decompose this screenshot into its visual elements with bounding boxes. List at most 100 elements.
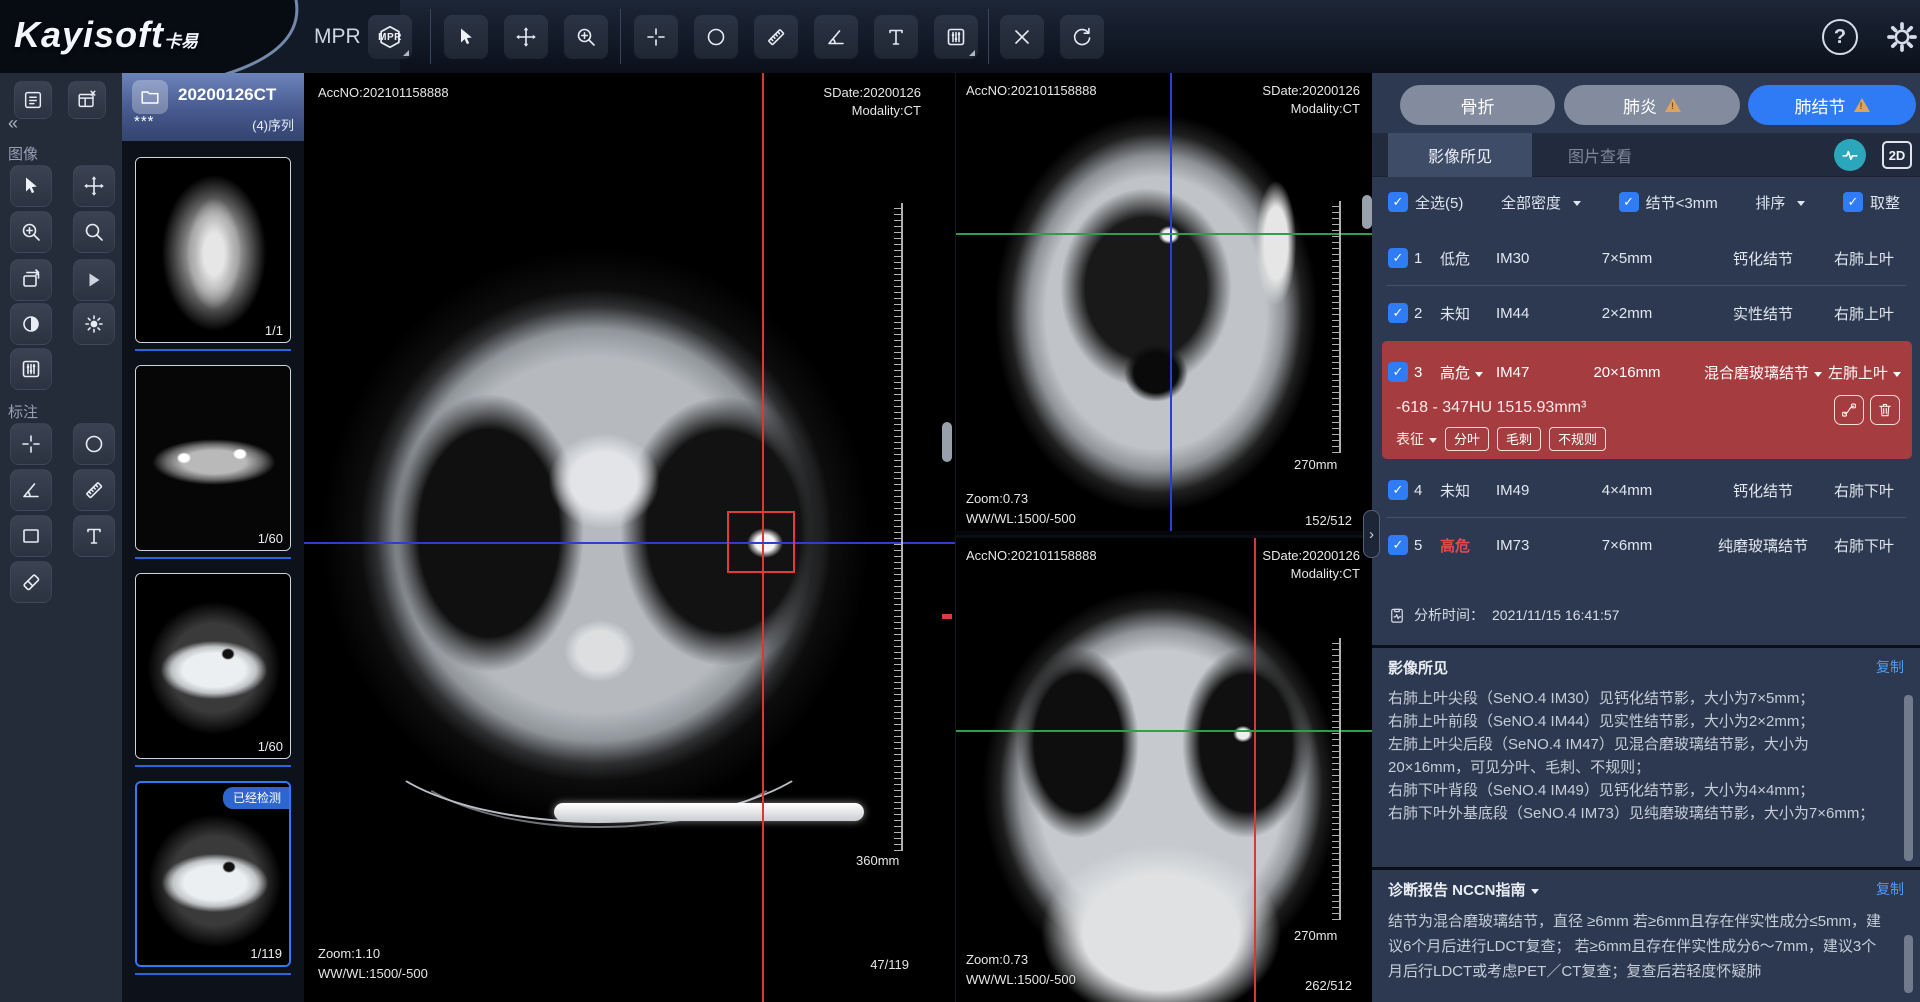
findings-scrollbar-thumb[interactable]: [1904, 695, 1913, 861]
crosshair-vertical-blue[interactable]: [1170, 73, 1172, 531]
nodule-row-expanded-selected[interactable]: 3 高危 IM47 20×16mm 混合磨玻璃结节 左肺上叶 -618 - 34…: [1382, 341, 1912, 459]
folder-button[interactable]: [132, 80, 168, 114]
series-thumbnail-active[interactable]: 已经检测 1/119: [135, 781, 291, 967]
layout-close-button[interactable]: [68, 81, 106, 119]
locate-nodule-button[interactable]: [1834, 395, 1864, 425]
invert-tool-button[interactable]: [10, 303, 52, 345]
sign-chip-spiculation[interactable]: 毛刺: [1497, 427, 1541, 451]
nodule-checkbox[interactable]: [1388, 362, 1408, 382]
pan-tool-button[interactable]: [504, 15, 548, 59]
caret-down-icon: [1797, 201, 1805, 210]
series-thumbnail[interactable]: 1/60: [135, 365, 291, 551]
nodule-checkbox[interactable]: [1388, 303, 1408, 323]
text-annotation-button[interactable]: [73, 515, 115, 557]
series-thumbnail[interactable]: 1/60: [135, 573, 291, 759]
ruler-annotation-button[interactable]: [73, 469, 115, 511]
nodule-row[interactable]: 1 低危 IM30 7×5mm 钙化结节 右肺上叶: [1372, 231, 1920, 285]
mode-lung-nodule-button[interactable]: 肺结节: [1748, 85, 1916, 125]
collapse-sidebar-chevron[interactable]: «: [8, 113, 18, 134]
report-scrollbar-thumb[interactable]: [1904, 935, 1913, 993]
panel-expand-handle[interactable]: ›: [1363, 510, 1380, 558]
crosshair-vertical-red[interactable]: [1254, 538, 1256, 1002]
delete-nodule-button[interactable]: [1870, 395, 1900, 425]
nodule-checkbox[interactable]: [1388, 535, 1408, 555]
mode-pneumonia-button[interactable]: 肺炎: [1564, 85, 1740, 125]
checkbox-checked[interactable]: [1388, 192, 1408, 212]
window-level-tool-button[interactable]: [934, 15, 978, 59]
tab-imaging-findings[interactable]: 影像所见: [1388, 133, 1532, 177]
help-button[interactable]: ?: [1822, 19, 1858, 55]
nodule-type-dropdown[interactable]: 混合磨玻璃结节: [1698, 362, 1828, 383]
delete-tool-button[interactable]: [1000, 15, 1044, 59]
flip-tool-button[interactable]: [73, 259, 115, 301]
mpr-layout-button[interactable]: MPR: [368, 15, 412, 59]
round-checkbox[interactable]: 取整: [1843, 192, 1900, 213]
window-level-value: WW/WL:1500/-500: [318, 966, 428, 981]
ellipse-annotation-button[interactable]: [73, 423, 115, 465]
crosshair-tool-button[interactable]: [634, 15, 678, 59]
zoom-tool-button[interactable]: [564, 15, 608, 59]
nodule-roi-box[interactable]: [727, 511, 795, 573]
nodule-row[interactable]: 5 高危 IM73 7×6mm 纯磨玻璃结节 右肺下叶: [1372, 518, 1920, 572]
density-filter-dropdown[interactable]: 全部密度: [1501, 192, 1581, 213]
rectangle-annotation-button[interactable]: [10, 515, 52, 557]
sagittal-viewport[interactable]: 270mm AccNO:202101158888 SDate:20200126 …: [955, 73, 1372, 531]
brightness-tool-button[interactable]: [73, 303, 115, 345]
settings-button[interactable]: [1884, 19, 1920, 55]
select-all-checkbox[interactable]: 全选(5): [1388, 192, 1463, 213]
2d-view-button[interactable]: 2D: [1882, 141, 1912, 169]
sign-label-dropdown[interactable]: 表征: [1396, 429, 1437, 449]
reset-tool-button[interactable]: [1060, 15, 1104, 59]
route-icon: [1840, 401, 1858, 419]
thumbnail-divider: [135, 349, 291, 351]
nodule-lobe-dropdown[interactable]: 左肺上叶: [1828, 362, 1901, 383]
crosshair-horizontal-green[interactable]: [956, 233, 1372, 235]
pan-tool-button[interactable]: [73, 165, 115, 207]
nodule-row[interactable]: 2 未知 IM44 2×2mm 实性结节 右肺上叶: [1372, 286, 1920, 340]
nodule-checkbox[interactable]: [1388, 480, 1408, 500]
checkbox-checked[interactable]: [1619, 192, 1639, 212]
thumbnail-divider: [135, 765, 291, 767]
copy-report-link[interactable]: 复制: [1876, 879, 1904, 899]
nodule-checkbox[interactable]: [1388, 248, 1408, 268]
study-date: SDate:20200126: [1262, 83, 1360, 98]
sign-chip-lobulation[interactable]: 分叶: [1445, 427, 1489, 451]
zoom-in-tool-button[interactable]: [10, 211, 52, 253]
axial-viewport[interactable]: 360mm AccNO:202101158888 SDate:20200126 …: [304, 73, 955, 1002]
checkbox-checked[interactable]: [1843, 192, 1863, 212]
mpr-mode-label: MPR: [314, 0, 361, 73]
sort-dropdown[interactable]: 排序: [1755, 192, 1805, 213]
angle-annotation-button[interactable]: [10, 469, 52, 511]
coronal-viewport[interactable]: 270mm AccNO:202101158888 SDate:20200126 …: [955, 535, 1372, 1002]
text-tool-button[interactable]: [874, 15, 918, 59]
ellipse-tool-button[interactable]: [694, 15, 738, 59]
series-thumbnail[interactable]: 1/1: [135, 157, 291, 343]
crosshair-horizontal-green[interactable]: [956, 730, 1372, 732]
accession-number: AccNO:202101158888: [966, 83, 1097, 98]
point-annotation-button[interactable]: [10, 423, 52, 465]
caret-down-icon: [1475, 372, 1483, 381]
slice-scrollbar-thumb[interactable]: [942, 422, 952, 462]
rotate-tool-button[interactable]: [10, 259, 52, 301]
copy-findings-link[interactable]: 复制: [1876, 657, 1904, 677]
slice-scrollbar-thumb[interactable]: [1362, 195, 1372, 229]
ruler-icon: [82, 478, 106, 502]
eraser-annotation-button[interactable]: [10, 561, 52, 603]
nodule-risk-dropdown[interactable]: 高危: [1440, 362, 1496, 383]
tab-image-view[interactable]: 图片查看: [1540, 133, 1660, 177]
angle-tool-button[interactable]: [814, 15, 858, 59]
magnifier-tool-button[interactable]: [73, 211, 115, 253]
series-list-button[interactable]: [14, 81, 52, 119]
select-tool-button[interactable]: [444, 15, 488, 59]
report-chat-button[interactable]: [1834, 139, 1866, 171]
crosshair-horizontal-blue[interactable]: [304, 542, 955, 544]
window-level-tool-button[interactable]: [10, 348, 52, 390]
small-nodule-checkbox[interactable]: 结节<3mm: [1619, 192, 1718, 213]
select-tool-button[interactable]: [10, 165, 52, 207]
nodule-row[interactable]: 4 未知 IM49 4×4mm 钙化结节 右肺下叶: [1372, 463, 1920, 517]
ruler-tool-button[interactable]: [754, 15, 798, 59]
sign-chip-irregular[interactable]: 不规则: [1549, 427, 1606, 451]
study-header[interactable]: 20200126CT *** (4)序列: [122, 73, 304, 141]
mode-fracture-button[interactable]: 骨折: [1400, 85, 1555, 125]
nodule-row-header[interactable]: 3 高危 IM47 20×16mm 混合磨玻璃结节 左肺上叶: [1382, 345, 1912, 399]
